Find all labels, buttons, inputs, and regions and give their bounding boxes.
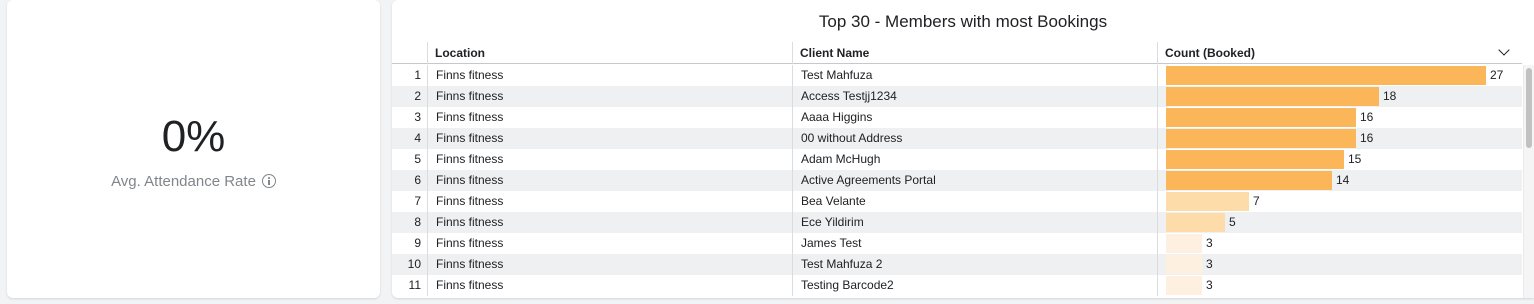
column-header-client-name[interactable]: Client Name <box>792 42 1157 64</box>
count-bar <box>1166 255 1202 274</box>
cell-client-name: Ece Yildirim <box>792 212 1157 233</box>
table-row[interactable]: 10 Finns fitness Test Mahfuza 2 3 <box>392 254 1522 275</box>
cell-location: Finns fitness <box>427 128 792 149</box>
count-value: 18 <box>1383 89 1397 103</box>
kpi-card: 0% Avg. Attendance Rate <box>7 0 380 298</box>
row-index: 5 <box>414 152 421 166</box>
count-bar <box>1166 234 1202 253</box>
cell-location: Finns fitness <box>427 170 792 191</box>
row-index: 1 <box>414 68 421 82</box>
cell-count-booked: 3 <box>1157 254 1522 275</box>
cell-location: Finns fitness <box>427 65 792 86</box>
count-bar <box>1166 192 1249 211</box>
chevron-down-icon[interactable] <box>1498 44 1510 56</box>
cell-count-booked: 27 <box>1157 65 1522 86</box>
table-title: Top 30 - Members with most Bookings <box>818 12 1108 31</box>
kpi-value: 0% <box>161 112 226 161</box>
count-bar <box>1166 150 1344 169</box>
cell-location: Finns fitness <box>427 233 792 254</box>
cell-client-name: 00 without Address <box>792 128 1157 149</box>
cell-count-booked: 7 <box>1157 191 1522 212</box>
count-value: 7 <box>1253 194 1260 208</box>
count-bar <box>1166 129 1356 148</box>
cell-location: Finns fitness <box>427 107 792 128</box>
cell-count-booked: 5 <box>1157 212 1522 233</box>
column-header-count-booked[interactable]: Count (Booked) <box>1157 42 1522 64</box>
table-header: Location Client Name Count (Booked) <box>392 42 1522 64</box>
count-bar <box>1166 87 1379 106</box>
count-value: 5 <box>1229 215 1236 229</box>
cell-client-name: Aaaa Higgins <box>792 107 1157 128</box>
count-value: 3 <box>1206 257 1213 271</box>
count-value: 16 <box>1360 131 1374 145</box>
count-value: 27 <box>1490 68 1504 82</box>
count-bar <box>1166 213 1225 232</box>
row-index: 10 <box>407 257 421 271</box>
table-row[interactable]: 1 Finns fitness Test Mahfuza 27 <box>392 65 1522 86</box>
count-bar <box>1166 276 1202 295</box>
column-header-location[interactable]: Location <box>427 42 792 64</box>
count-value: 14 <box>1336 173 1350 187</box>
table-row[interactable]: 8 Finns fitness Ece Yildirim 5 <box>392 212 1522 233</box>
scrollbar-thumb[interactable] <box>1526 68 1532 148</box>
column-header-count-label: Count (Booked) <box>1165 46 1255 60</box>
table-row[interactable]: 11 Finns fitness Testing Barcode2 3 <box>392 275 1522 296</box>
cell-client-name: Test Mahfuza <box>792 65 1157 86</box>
cell-client-name: Adam McHugh <box>792 149 1157 170</box>
count-value: 15 <box>1348 152 1362 166</box>
cell-count-booked: 16 <box>1157 107 1522 128</box>
cell-count-booked: 16 <box>1157 128 1522 149</box>
table-body: 1 Finns fitness Test Mahfuza 27 2 Finns fitne… <box>392 65 1522 296</box>
count-bar <box>1166 108 1356 127</box>
cell-client-name: Access Testjj1234 <box>792 86 1157 107</box>
count-value: 3 <box>1206 236 1213 250</box>
row-index: 3 <box>414 110 421 124</box>
cell-client-name: Bea Velante <box>792 191 1157 212</box>
count-value: 16 <box>1360 110 1374 124</box>
row-index: 6 <box>414 173 421 187</box>
table-row[interactable]: 4 Finns fitness 00 without Address 16 <box>392 128 1522 149</box>
cell-location: Finns fitness <box>427 254 792 275</box>
row-index: 7 <box>414 194 421 208</box>
kpi-label: Avg. Attendance Rate <box>111 173 256 190</box>
row-index: 8 <box>414 215 421 229</box>
table-row[interactable]: 3 Finns fitness Aaaa Higgins 16 <box>392 107 1522 128</box>
row-index: 9 <box>414 236 421 250</box>
count-bar <box>1166 171 1332 190</box>
count-bar <box>1166 66 1486 85</box>
bookings-table-card: Top 30 - Members with most Bookings Loca… <box>392 0 1534 298</box>
cell-client-name: Test Mahfuza 2 <box>792 254 1157 275</box>
cell-count-booked: 3 <box>1157 275 1522 296</box>
row-index: 4 <box>414 131 421 145</box>
row-index: 11 <box>408 278 421 292</box>
cell-count-booked: 15 <box>1157 149 1522 170</box>
table-row[interactable]: 6 Finns fitness Active Agreements Portal 14 <box>392 170 1522 191</box>
cell-client-name: James Test <box>792 233 1157 254</box>
table-row[interactable]: 7 Finns fitness Bea Velante 7 <box>392 191 1522 212</box>
cell-count-booked: 18 <box>1157 86 1522 107</box>
cell-count-booked: 14 <box>1157 170 1522 191</box>
cell-location: Finns fitness <box>427 212 792 233</box>
info-icon[interactable] <box>261 174 276 188</box>
cell-client-name: Active Agreements Portal <box>792 170 1157 191</box>
cell-location: Finns fitness <box>427 275 792 296</box>
cell-location: Finns fitness <box>427 191 792 212</box>
kpi-label-row: Avg. Attendance Rate <box>7 173 380 190</box>
cell-client-name: Testing Barcode2 <box>792 275 1157 296</box>
table-row[interactable]: 5 Finns fitness Adam McHugh 15 <box>392 149 1522 170</box>
count-value: 3 <box>1206 278 1213 292</box>
vertical-scrollbar[interactable] <box>1523 65 1534 298</box>
table-row[interactable]: 2 Finns fitness Access Testjj1234 18 <box>392 86 1522 107</box>
cell-location: Finns fitness <box>427 86 792 107</box>
table-row[interactable]: 9 Finns fitness James Test 3 <box>392 233 1522 254</box>
cell-location: Finns fitness <box>427 149 792 170</box>
cell-count-booked: 3 <box>1157 233 1522 254</box>
row-index: 2 <box>414 89 421 103</box>
